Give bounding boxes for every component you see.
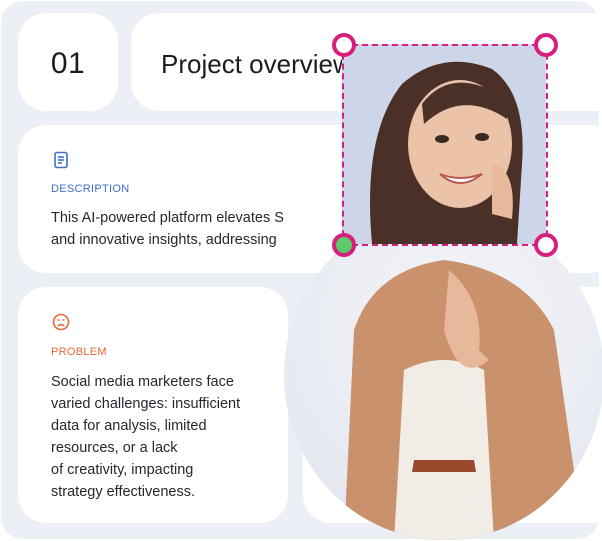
woman-portrait-image <box>344 260 584 540</box>
problem-text: Social media marketers face varied chall… <box>51 374 241 500</box>
crop-handle-bottom-left[interactable] <box>332 233 356 257</box>
step-number-card: 01 <box>18 13 118 111</box>
problem-card: PROBLEM Social media marketers face vari… <box>18 287 288 523</box>
description-label: DESCRIPTION <box>51 183 130 195</box>
crop-selection-box[interactable] <box>342 44 548 246</box>
step-number: 01 <box>50 47 86 80</box>
sad-face-icon <box>52 313 70 331</box>
problem-label: PROBLEM <box>51 346 107 358</box>
crop-handle-top-right[interactable] <box>534 33 558 57</box>
crop-handle-bottom-right[interactable] <box>534 233 558 257</box>
page-title: Project overview <box>161 49 352 79</box>
crop-handle-top-left[interactable] <box>332 33 356 57</box>
portrait-photo[interactable] <box>284 210 602 541</box>
document-icon <box>54 151 68 169</box>
